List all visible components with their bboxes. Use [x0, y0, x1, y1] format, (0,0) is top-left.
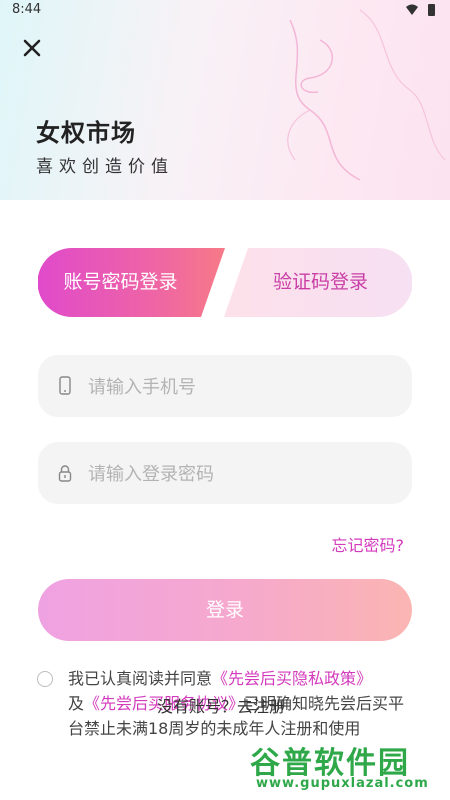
- battery-icon: [428, 4, 435, 16]
- login-button[interactable]: 登录: [38, 579, 412, 641]
- watermark-url: www.gupuxlazal.com: [256, 776, 429, 791]
- phone-input[interactable]: [86, 355, 400, 419]
- password-field[interactable]: [38, 442, 412, 506]
- tab-code-login-label: 验证码登录: [272, 271, 368, 293]
- wifi-icon: [406, 4, 418, 15]
- app-title: 女权市场: [36, 119, 136, 147]
- privacy-policy-link[interactable]: 《先尝后买隐私政策》: [212, 669, 372, 688]
- header-banner: 8:44 女权市场 喜欢创造价值: [0, 0, 450, 200]
- app-slogan: 喜欢创造价值: [36, 157, 174, 177]
- lock-icon: [58, 465, 72, 482]
- phone-icon: [59, 376, 71, 395]
- agreement-and: 及: [68, 694, 85, 713]
- status-bar: 8:44: [0, 0, 450, 22]
- line-art-decoration: [287, 9, 446, 181]
- password-input[interactable]: [86, 442, 400, 506]
- status-time: 8:44: [12, 2, 42, 17]
- register-toast: 没有账号？去注册: [157, 697, 286, 716]
- close-icon[interactable]: [18, 34, 46, 62]
- status-icons: [406, 4, 435, 16]
- forgot-password-link[interactable]: 忘记密码?: [332, 532, 405, 556]
- agreement-prefix: 我已认真阅读并同意: [68, 669, 213, 688]
- phone-field[interactable]: [38, 355, 412, 419]
- tab-account-login-label: 账号密码登录: [63, 271, 178, 293]
- agreement-checkbox[interactable]: [37, 671, 53, 687]
